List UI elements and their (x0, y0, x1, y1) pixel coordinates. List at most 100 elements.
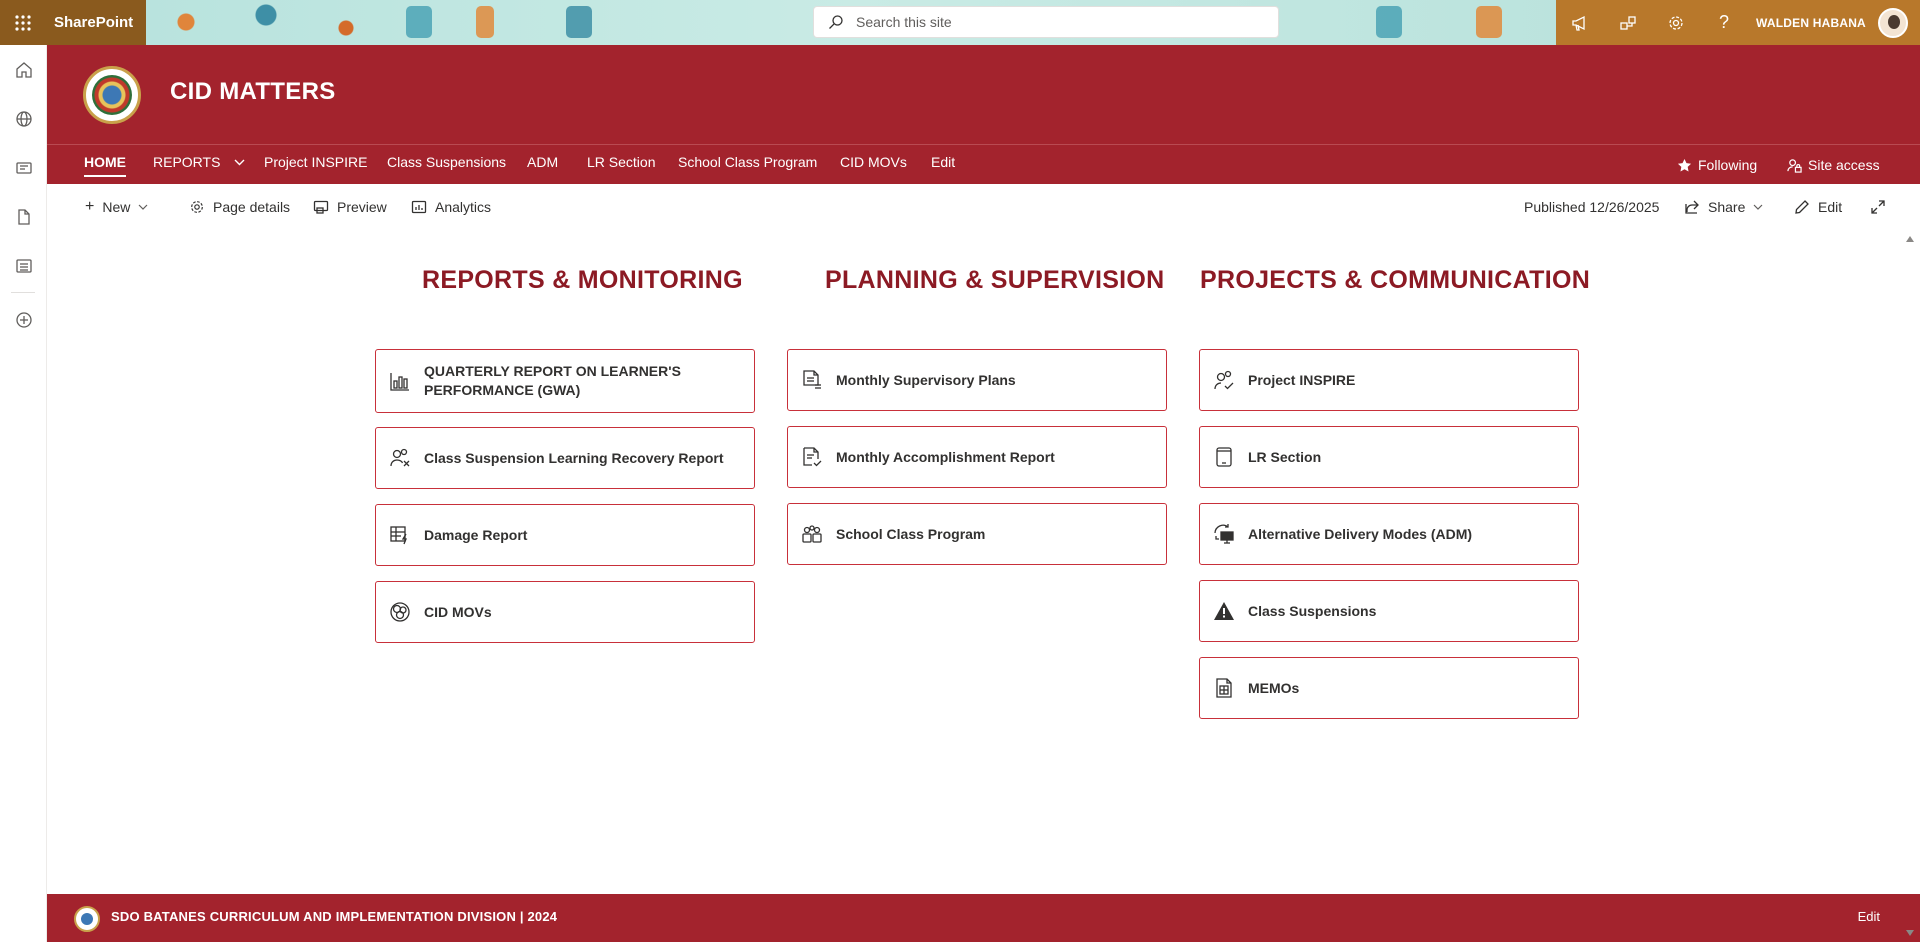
analytics-label: Analytics (435, 199, 492, 215)
quick-link-quarterly-report[interactable]: QUARTERLY REPORT ON LEARNER'S PERFORMANC… (375, 349, 755, 413)
gear-icon (1669, 15, 1683, 30)
new-button[interactable]: + New (85, 184, 148, 230)
chevron-down-icon (234, 159, 245, 166)
quick-link-damage-report[interactable]: Damage Report (375, 504, 755, 566)
pencil-icon (1795, 200, 1809, 214)
home-button[interactable] (0, 45, 47, 94)
expand-icon (1871, 200, 1885, 214)
help-button[interactable]: ? (1700, 0, 1748, 45)
search-icon (829, 15, 843, 29)
page-details-button[interactable]: Page details (189, 184, 290, 230)
robot-decoration-icon (476, 6, 494, 38)
chevron-down-icon (138, 204, 148, 210)
announcements-button[interactable] (1556, 0, 1604, 45)
nav-item-project-inspire[interactable]: Project INSPIRE (264, 145, 367, 185)
user-name[interactable]: WALDEN HABANA (1756, 16, 1866, 30)
preview-label: Preview (337, 199, 387, 215)
document-table-icon (1212, 676, 1236, 700)
analytics-icon (411, 200, 427, 214)
files-button[interactable] (0, 192, 47, 241)
scroll-up-arrow-icon[interactable] (1906, 236, 1914, 242)
app-bar (0, 45, 47, 942)
quick-link-school-class-program[interactable]: School Class Program (787, 503, 1167, 565)
connections-button[interactable] (1604, 0, 1652, 45)
published-status: Published 12/26/2025 (1524, 184, 1659, 230)
cluster-icon (388, 600, 412, 624)
share-button[interactable]: Share (1684, 184, 1763, 230)
site-logo[interactable] (83, 66, 141, 124)
quick-link-lr-section[interactable]: LR Section (1199, 426, 1579, 488)
preview-button[interactable]: Preview (313, 184, 387, 230)
expand-button[interactable] (1870, 184, 1886, 230)
nav-item-cid-movs[interactable]: CID MOVs (840, 145, 907, 185)
page-details-label: Page details (213, 199, 291, 215)
quick-link-monthly-accomplishment-report[interactable]: Monthly Accomplishment Report (787, 426, 1167, 488)
quick-link-label: School Class Program (836, 525, 986, 542)
nav-item-reports[interactable]: REPORTS (153, 145, 245, 185)
section-title-projects-communication: PROJECTS & COMMUNICATION (1200, 266, 1591, 294)
site-header: CID MATTERS (47, 45, 1920, 144)
quick-link-label: QUARTERLY REPORT ON LEARNER'S PERFORMANC… (424, 363, 681, 398)
edit-label: Edit (1818, 199, 1843, 215)
quick-link-label: MEMOs (1248, 679, 1300, 696)
add-circle-icon (15, 311, 32, 328)
tablet-icon (1212, 445, 1236, 469)
seal-icon (92, 75, 132, 115)
settings-button[interactable] (1652, 0, 1700, 45)
robot-decoration-icon (406, 6, 432, 38)
new-label: New (102, 199, 131, 215)
plus-icon: + (85, 198, 95, 215)
preview-icon (313, 200, 329, 214)
quick-link-label: Monthly Accomplishment Report (836, 448, 1055, 465)
quick-link-alternative-delivery-modes[interactable]: Alternative Delivery Modes (ADM) (1199, 503, 1579, 565)
site-search-input[interactable]: Search this site (813, 6, 1279, 38)
site-access-button[interactable]: Site access (1787, 145, 1880, 185)
gear-icon (191, 201, 203, 213)
globe-icon (15, 110, 32, 127)
question-icon: ? (1718, 12, 1729, 32)
app-launcher-button[interactable] (0, 0, 46, 45)
sites-button[interactable] (0, 94, 47, 143)
scroll-down-arrow-icon[interactable] (1906, 930, 1914, 936)
section-title-planning-supervision: PLANNING & SUPERVISION (825, 266, 1165, 294)
nav-item-lr-section[interactable]: LR Section (587, 145, 655, 185)
list-icon (15, 258, 32, 273)
quick-link-class-suspension-recovery[interactable]: Class Suspension Learning Recovery Repor… (375, 427, 755, 489)
site-footer: SDO BATANES CURRICULUM AND IMPLEMENTATIO… (47, 894, 1920, 942)
sharepoint-brand-link[interactable]: SharePoint (46, 0, 146, 45)
star-icon (1677, 158, 1692, 171)
waffle-icon (15, 14, 31, 31)
analytics-button[interactable]: Analytics (411, 184, 491, 230)
nav-item-school-class-program[interactable]: School Class Program (678, 145, 817, 185)
site-navigation: HOME REPORTS Project INSPIRE Class Suspe… (47, 144, 1920, 184)
quick-link-cid-movs[interactable]: CID MOVs (375, 581, 755, 643)
quick-link-memos[interactable]: MEMOs (1199, 657, 1579, 719)
quick-link-label: Monthly Supervisory Plans (836, 371, 1016, 388)
nav-item-class-suspensions[interactable]: Class Suspensions (387, 145, 506, 185)
footer-edit-button[interactable]: Edit (1858, 909, 1880, 924)
edit-page-button[interactable]: Edit (1794, 184, 1842, 230)
share-icon (1685, 200, 1699, 214)
quick-link-project-inspire[interactable]: Project INSPIRE (1199, 349, 1579, 411)
people-group-icon (800, 522, 824, 546)
following-button[interactable]: Following (1677, 145, 1757, 185)
quick-link-monthly-supervisory-plans[interactable]: Monthly Supervisory Plans (787, 349, 1167, 411)
create-button[interactable] (0, 295, 47, 344)
nav-item-home[interactable]: HOME (84, 145, 126, 185)
home-icon (15, 61, 32, 78)
quick-link-class-suspensions[interactable]: Class Suspensions (1199, 580, 1579, 642)
share-label: Share (1708, 199, 1746, 215)
document-list-icon (800, 368, 824, 392)
site-title[interactable]: CID MATTERS (170, 78, 336, 106)
news-button[interactable] (0, 143, 47, 192)
nav-item-label: REPORTS (153, 154, 221, 170)
avatar[interactable] (1877, 7, 1908, 38)
rail-divider (11, 292, 35, 293)
chevron-down-icon (1753, 204, 1763, 210)
quick-link-label: Class Suspension Learning Recovery Repor… (424, 449, 724, 466)
megaphone-icon (1572, 15, 1585, 31)
nav-item-edit[interactable]: Edit (931, 145, 955, 185)
lists-button[interactable] (0, 241, 47, 290)
quick-link-label: Project INSPIRE (1248, 371, 1356, 388)
nav-item-adm[interactable]: ADM (527, 145, 558, 185)
